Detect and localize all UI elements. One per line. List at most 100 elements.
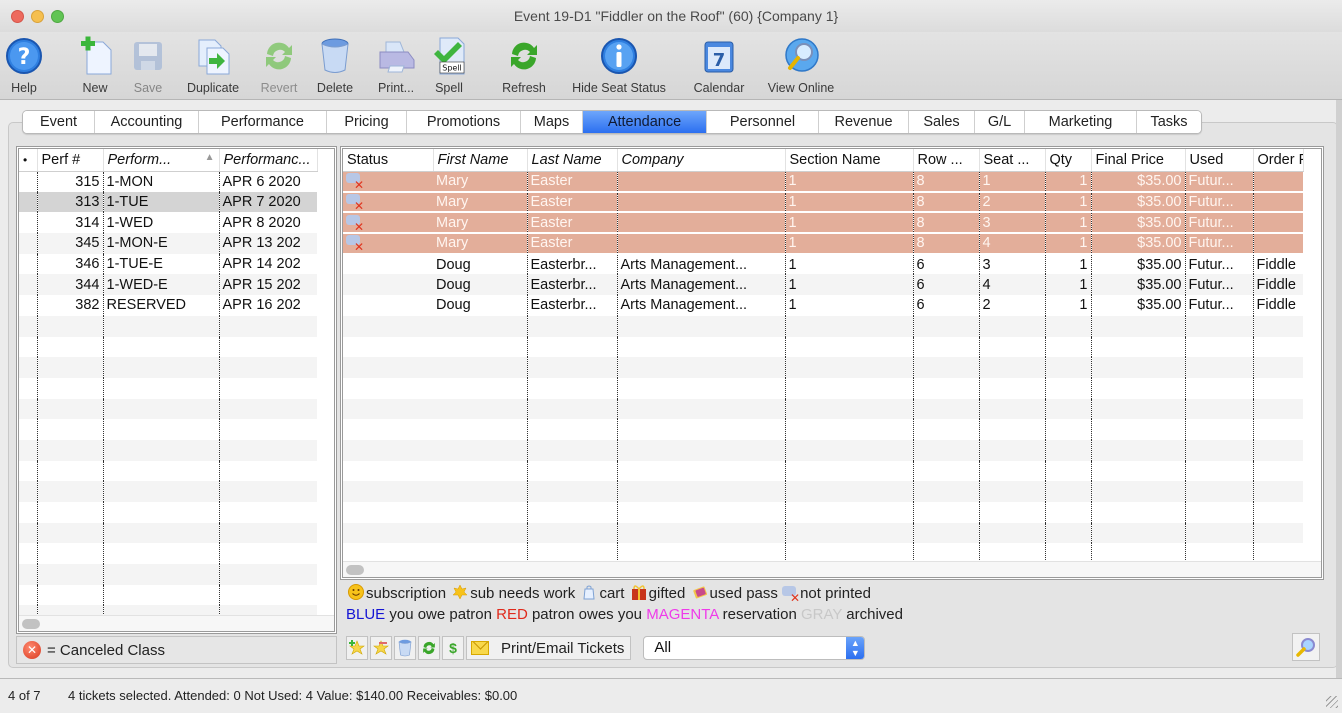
performance-row[interactable]: 344 1-WED-E APR 15 202 — [19, 274, 317, 296]
tab-maps[interactable]: Maps — [521, 111, 583, 133]
ticket-row[interactable]: Doug Easterbr... Arts Management... 1 6 2 1 $35… — [343, 295, 1303, 316]
column-header-performance-code[interactable]: Perform... ▲ — [103, 149, 220, 172]
tab-performance[interactable]: Performance — [199, 111, 327, 133]
used-cell — [1185, 377, 1254, 399]
add-star-button[interactable] — [346, 636, 368, 660]
revert-button[interactable]: Revert — [255, 34, 303, 98]
column-header-row[interactable]: Row ... — [913, 149, 980, 172]
qty-cell — [1045, 315, 1092, 337]
perf-number-cell: 315 — [37, 171, 104, 192]
star-remove-icon — [373, 640, 389, 655]
indicator-cell — [19, 522, 38, 544]
performance-row[interactable]: 346 1-TUE-E APR 14 202 — [19, 253, 317, 275]
tab-promotions[interactable]: Promotions — [407, 111, 521, 133]
ticket-row[interactable]: ✕ Mary Easter 1 8 2 1 $35.00 Futur... — [343, 191, 1303, 214]
performance-code-cell — [103, 439, 220, 461]
column-header-seat[interactable]: Seat ... — [979, 149, 1046, 172]
status-cell — [343, 295, 433, 316]
row-cell: 8 — [913, 191, 980, 214]
scrollbar-thumb[interactable] — [346, 565, 364, 575]
column-header-performance-date[interactable]: Performanc... — [219, 149, 318, 172]
tab-gl[interactable]: G/L — [975, 111, 1025, 133]
performance-row[interactable]: 345 1-MON-E APR 13 202 — [19, 233, 317, 254]
performance-code-cell — [103, 543, 220, 565]
spell-button[interactable]: Spell Spell — [432, 34, 466, 98]
print-button[interactable]: Print... — [374, 34, 418, 98]
print-email-tickets-button[interactable]: Print/Email Tickets — [466, 636, 632, 660]
performance-code-cell: 1-TUE-E — [103, 253, 220, 275]
tab-revenue[interactable]: Revenue — [819, 111, 909, 133]
help-icon: ? — [6, 38, 42, 74]
ticket-row[interactable]: ✕ Mary Easter 1 8 3 1 $35.00 Futur... — [343, 212, 1303, 235]
last-name-cell — [527, 522, 618, 544]
hide-seat-status-button[interactable]: Hide Seat Status — [562, 34, 676, 98]
row-cell: 8 — [913, 171, 980, 193]
status-legend: subscription sub needs work cart gifted … — [346, 583, 903, 625]
order-cell — [1253, 481, 1303, 502]
ticket-row[interactable]: Doug Easterbr... Arts Management... 1 6 3 1 $35… — [343, 253, 1303, 275]
view-online-button[interactable]: View Online — [760, 34, 842, 98]
row-cell — [913, 502, 980, 523]
ticket-row[interactable]: ✕ Mary Easter 1 8 1 1 $35.00 Futur... — [343, 171, 1303, 193]
used-cell — [1185, 481, 1254, 502]
order-cell — [1253, 419, 1303, 440]
horizontal-scrollbar[interactable] — [343, 561, 1321, 577]
remove-star-button[interactable] — [370, 636, 392, 660]
tab-tasks[interactable]: Tasks — [1137, 111, 1201, 133]
tab-personnel[interactable]: Personnel — [707, 111, 819, 133]
refresh-button[interactable]: Refresh — [497, 34, 551, 98]
perf-number-cell: 345 — [37, 233, 104, 254]
horizontal-scrollbar[interactable] — [19, 615, 334, 631]
new-button[interactable]: New — [77, 34, 113, 98]
company-cell — [617, 460, 786, 482]
duplicate-button[interactable]: Duplicate — [178, 34, 248, 98]
column-header-status[interactable]: Status — [343, 149, 434, 172]
final-price-cell — [1091, 357, 1186, 378]
used-cell — [1185, 315, 1254, 337]
column-header-order[interactable]: Order P — [1253, 149, 1304, 172]
refresh-tickets-button[interactable] — [418, 636, 440, 660]
ticket-filter-select[interactable]: All ▲ ▼ — [643, 636, 866, 660]
tab-accounting[interactable]: Accounting — [95, 111, 199, 133]
used-cell: Futur... — [1185, 171, 1254, 193]
performance-code-cell — [103, 357, 220, 378]
performance-row[interactable]: 313 1-TUE APR 7 2020 — [19, 191, 317, 213]
column-header-used[interactable]: Used — [1185, 149, 1254, 172]
column-header-final-price[interactable]: Final Price — [1091, 149, 1186, 172]
column-header-first-name[interactable]: First Name — [433, 149, 528, 172]
calendar-button[interactable]: 7 Calendar — [688, 34, 750, 98]
seat-cell: 3 — [979, 253, 1046, 275]
tab-sales[interactable]: Sales — [909, 111, 975, 133]
final-price-cell — [1091, 336, 1186, 358]
payment-button[interactable]: $ — [442, 636, 464, 660]
section-cell: 1 — [785, 171, 914, 193]
ticket-row[interactable]: Doug Easterbr... Arts Management... 1 6 4 1 $35… — [343, 274, 1303, 296]
used-cell: Futur... — [1185, 274, 1254, 296]
resize-grip[interactable] — [1326, 696, 1338, 708]
company-cell — [617, 357, 786, 378]
svg-text:Spell: Spell — [442, 64, 462, 73]
performance-row[interactable]: 315 1-MON APR 6 2020 — [19, 171, 317, 192]
column-header-company[interactable]: Company — [617, 149, 786, 172]
section-cell: 1 — [785, 212, 914, 235]
column-header-qty[interactable]: Qty — [1045, 149, 1092, 172]
column-header-perf-number[interactable]: Perf # — [37, 149, 104, 172]
tab-attendance[interactable]: Attendance — [583, 111, 707, 133]
row-cell — [913, 315, 980, 337]
ticket-row[interactable]: ✕ Mary Easter 1 8 4 1 $35.00 Futur... — [343, 233, 1303, 255]
tab-event[interactable]: Event — [23, 111, 95, 133]
tab-marketing[interactable]: Marketing — [1025, 111, 1137, 133]
delete-ticket-button[interactable] — [394, 636, 416, 660]
column-header-last-name[interactable]: Last Name — [527, 149, 618, 172]
column-header-indicator[interactable]: • — [19, 149, 38, 172]
performance-row[interactable]: 314 1-WED APR 8 2020 — [19, 212, 317, 234]
delete-button[interactable]: Delete — [312, 34, 358, 98]
tab-pricing[interactable]: Pricing — [327, 111, 407, 133]
scrollbar-thumb[interactable] — [22, 619, 40, 629]
performance-row[interactable]: 382 RESERVED APR 16 202 — [19, 295, 317, 316]
row-cell — [913, 460, 980, 482]
search-button[interactable] — [1292, 633, 1320, 661]
help-button[interactable]: ? Help — [4, 34, 44, 98]
save-button[interactable]: Save — [128, 34, 168, 98]
column-header-section-name[interactable]: Section Name — [785, 149, 914, 172]
